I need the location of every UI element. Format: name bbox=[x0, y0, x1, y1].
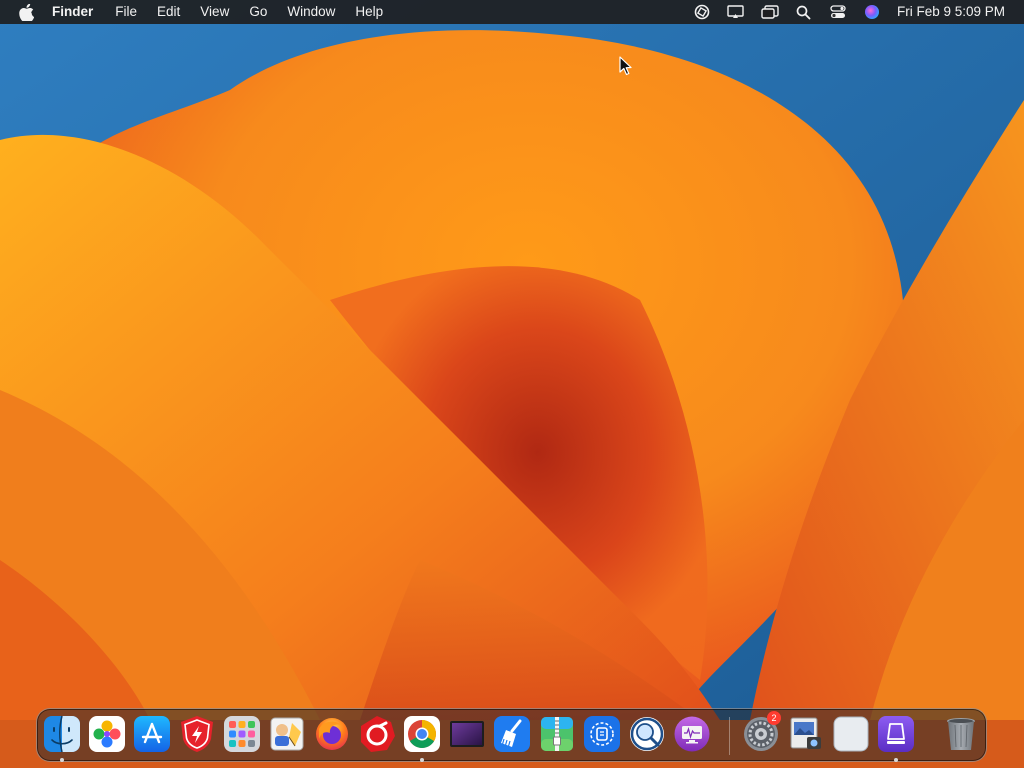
dock-app-finder[interactable] bbox=[43, 715, 81, 753]
dock-app-system-settings[interactable]: 2 bbox=[742, 711, 781, 753]
menu-edit[interactable]: Edit bbox=[147, 0, 190, 24]
display-mirror-icon[interactable] bbox=[719, 0, 753, 24]
purple-screen-app-icon bbox=[450, 721, 484, 747]
dock-trash[interactable] bbox=[942, 715, 980, 753]
purple-utility-icon bbox=[878, 716, 914, 752]
running-indicator bbox=[420, 758, 424, 762]
dock-app-archive[interactable] bbox=[538, 715, 576, 753]
trash-icon bbox=[947, 718, 975, 750]
siri-icon[interactable] bbox=[855, 0, 889, 24]
spotlight-search-icon[interactable] bbox=[787, 0, 821, 24]
desktop-wallpaper bbox=[0, 0, 1024, 768]
menu-window[interactable]: Window bbox=[277, 0, 345, 24]
menu-bar: Finder File Edit View Go Window Help Fri… bbox=[0, 0, 1024, 24]
dock-app-launchpad[interactable] bbox=[223, 715, 261, 753]
shield-app-icon bbox=[181, 716, 213, 752]
menu-go[interactable]: Go bbox=[239, 0, 277, 24]
running-indicator bbox=[60, 758, 64, 762]
menubar-clock[interactable]: Fri Feb 9 5:09 PM bbox=[889, 0, 1024, 24]
dock-app-red-circle[interactable] bbox=[358, 715, 396, 753]
preview-icon bbox=[790, 717, 821, 749]
control-center-icon[interactable] bbox=[821, 0, 855, 24]
dock-separator bbox=[729, 717, 730, 755]
dock: 2 bbox=[36, 708, 987, 762]
broom-cleaner-icon bbox=[494, 716, 530, 752]
flower-app-icon bbox=[89, 716, 125, 752]
app-store-icon bbox=[134, 716, 170, 752]
dock-app-app-store[interactable] bbox=[133, 715, 171, 753]
dock-app-flower[interactable] bbox=[88, 715, 126, 753]
notification-badge: 2 bbox=[767, 711, 781, 725]
screenshot-tool-icon bbox=[584, 716, 620, 752]
menu-help[interactable]: Help bbox=[345, 0, 393, 24]
archive-zip-icon bbox=[541, 717, 573, 751]
blank-window-icon bbox=[833, 716, 869, 752]
chrome-icon bbox=[404, 716, 440, 752]
dock-app-magnifier[interactable] bbox=[628, 715, 666, 753]
finder-icon bbox=[44, 715, 80, 753]
app-menu-finder[interactable]: Finder bbox=[52, 0, 105, 24]
chatgpt-icon[interactable] bbox=[685, 0, 719, 24]
preview-editor-icon bbox=[270, 717, 304, 751]
dock-app-firefox[interactable] bbox=[313, 715, 351, 753]
dock-app-preview[interactable] bbox=[787, 715, 825, 753]
red-circle-app-icon bbox=[361, 716, 395, 752]
launchpad-icon bbox=[224, 716, 260, 752]
dock-app-purple-utility[interactable] bbox=[877, 715, 915, 753]
apple-menu-icon[interactable] bbox=[0, 0, 52, 24]
dock-app-cleaner[interactable] bbox=[493, 715, 531, 753]
dock-app-chrome[interactable] bbox=[403, 715, 441, 753]
dock-app-shield[interactable] bbox=[178, 715, 216, 753]
menu-file[interactable]: File bbox=[105, 0, 147, 24]
dock-app-screenshot[interactable] bbox=[583, 715, 621, 753]
mouse-pointer-icon bbox=[619, 56, 632, 76]
firefox-icon bbox=[316, 718, 348, 750]
menu-view[interactable]: View bbox=[190, 0, 239, 24]
dock-app-purple-screen[interactable] bbox=[448, 715, 486, 753]
dock-app-activity-monitor[interactable] bbox=[673, 715, 711, 753]
stage-manager-icon[interactable] bbox=[753, 0, 787, 24]
running-indicator bbox=[894, 758, 898, 762]
dock-app-preview-editor[interactable] bbox=[268, 715, 306, 753]
magnifier-app-icon bbox=[630, 717, 664, 751]
dock-app-blank-window[interactable] bbox=[832, 715, 870, 753]
activity-monitor-icon bbox=[674, 716, 710, 752]
